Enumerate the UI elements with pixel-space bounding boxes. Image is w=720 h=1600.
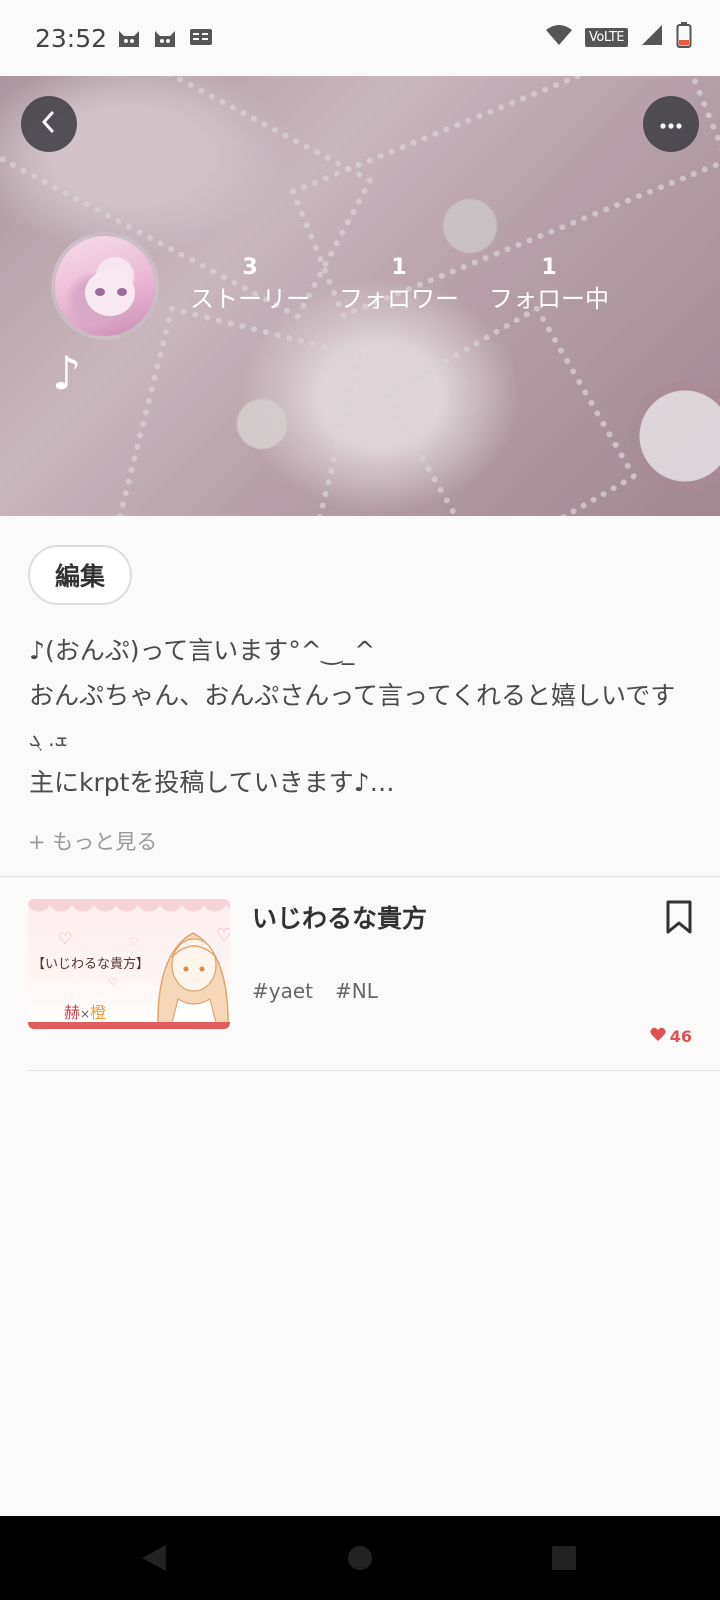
more-horizontal-icon (659, 115, 683, 134)
avatar-eye (117, 288, 127, 296)
status-right-icons: VoLTE (545, 22, 692, 52)
signal-icon (640, 24, 664, 50)
stat-followers[interactable]: 1 フォロワー (314, 254, 484, 316)
nav-recents-button[interactable] (548, 1542, 580, 1574)
cat-app-icon (152, 24, 178, 50)
tag-link[interactable]: #NL (335, 979, 378, 1003)
stat-following[interactable]: 1 フォロー中 (484, 254, 614, 316)
username: ♪ (52, 346, 82, 400)
story-list-item[interactable]: ♡ ♡ ♡ ♡ 【いじわるな貴方】 赫×橙 いじわるな貴方 #yaet #NL (0, 877, 720, 1069)
circle-home-icon (348, 1546, 372, 1570)
header-decoration (116, 305, 364, 516)
bio-line: ܫ. ܓ (29, 727, 68, 751)
stat-count: 3 (242, 255, 258, 280)
avatar-face (85, 270, 135, 316)
thumbnail-pairing: 赫×橙 (64, 999, 106, 1023)
bio-line: ♪(おんぷ)って言います°^‿_^ (29, 636, 376, 665)
stat-count: 1 (391, 255, 407, 280)
cat-app-icon (116, 24, 142, 50)
heart-icon (650, 1027, 666, 1046)
header-decoration (382, 304, 638, 516)
more-button[interactable] (643, 96, 699, 152)
avatar[interactable] (51, 232, 159, 340)
divider (28, 1070, 720, 1071)
show-more-link[interactable]: + もっと見る (28, 826, 157, 856)
stat-label: フォロワー (339, 285, 459, 313)
system-nav-bar (0, 1516, 720, 1600)
edit-profile-button[interactable]: 編集 (28, 545, 132, 605)
thumbnail-bar (28, 1022, 230, 1029)
nav-home-button[interactable] (344, 1542, 376, 1574)
bio-line: 主にkrptを投稿していきます♪… (29, 768, 395, 797)
profile-header: 3 ストーリー 1 フォロワー 1 フォロー中 ♪ (0, 76, 720, 516)
heart-decoration-icon: ♡ (108, 977, 117, 988)
story-tags: #yaet #NL (252, 979, 378, 1003)
bio: ♪(おんぷ)って言います°^‿_^ おんぷちゃん、おんぷさんって言ってくれると嬉… (29, 628, 699, 805)
stat-count: 1 (541, 255, 557, 280)
pairing-name-b: 橙 (90, 1003, 107, 1022)
status-left-icons (116, 24, 214, 50)
stat-label: フォロー中 (489, 285, 609, 313)
profile-stats: 3 ストーリー 1 フォロワー 1 フォロー中 (186, 254, 614, 316)
status-bar: 23:52 VoLTE (0, 0, 720, 76)
wifi-icon (545, 24, 573, 50)
thumbnail-title: 【いじわるな貴方】 (32, 957, 150, 972)
bio-line: おんぷちゃん、おんぷさんって言ってくれると嬉しいです (29, 681, 676, 710)
volte-icon: VoLTE (585, 27, 628, 47)
square-recents-icon (552, 1546, 576, 1570)
like-count-value: 46 (669, 1027, 692, 1046)
battery-icon (676, 22, 692, 52)
pairing-cross: × (80, 1007, 91, 1021)
svg-text:♡: ♡ (216, 925, 230, 946)
triangle-back-icon (142, 1545, 166, 1571)
nav-back-button[interactable] (138, 1542, 170, 1574)
status-time: 23:52 (35, 24, 108, 53)
story-thumbnail[interactable]: ♡ ♡ ♡ ♡ 【いじわるな貴方】 赫×橙 (28, 899, 230, 1029)
tag-link[interactable]: #yaet (252, 979, 313, 1003)
keyboard-icon (188, 24, 214, 50)
avatar-eye (95, 288, 105, 296)
chevron-left-icon (39, 110, 59, 138)
illustration-girl-icon: ♡ (157, 925, 230, 1029)
bookmark-icon (664, 900, 694, 939)
back-button[interactable] (21, 96, 77, 152)
heart-decoration-icon: ♡ (58, 929, 73, 948)
story-title[interactable]: いじわるな貴方 (252, 899, 427, 935)
bookmark-button[interactable] (664, 899, 694, 939)
stat-stories[interactable]: 3 ストーリー (186, 254, 314, 316)
like-count: 46 (650, 1027, 692, 1046)
heart-decoration-icon: ♡ (128, 935, 138, 948)
stat-label: ストーリー (190, 285, 310, 313)
pairing-name-a: 赫 (64, 1003, 81, 1022)
